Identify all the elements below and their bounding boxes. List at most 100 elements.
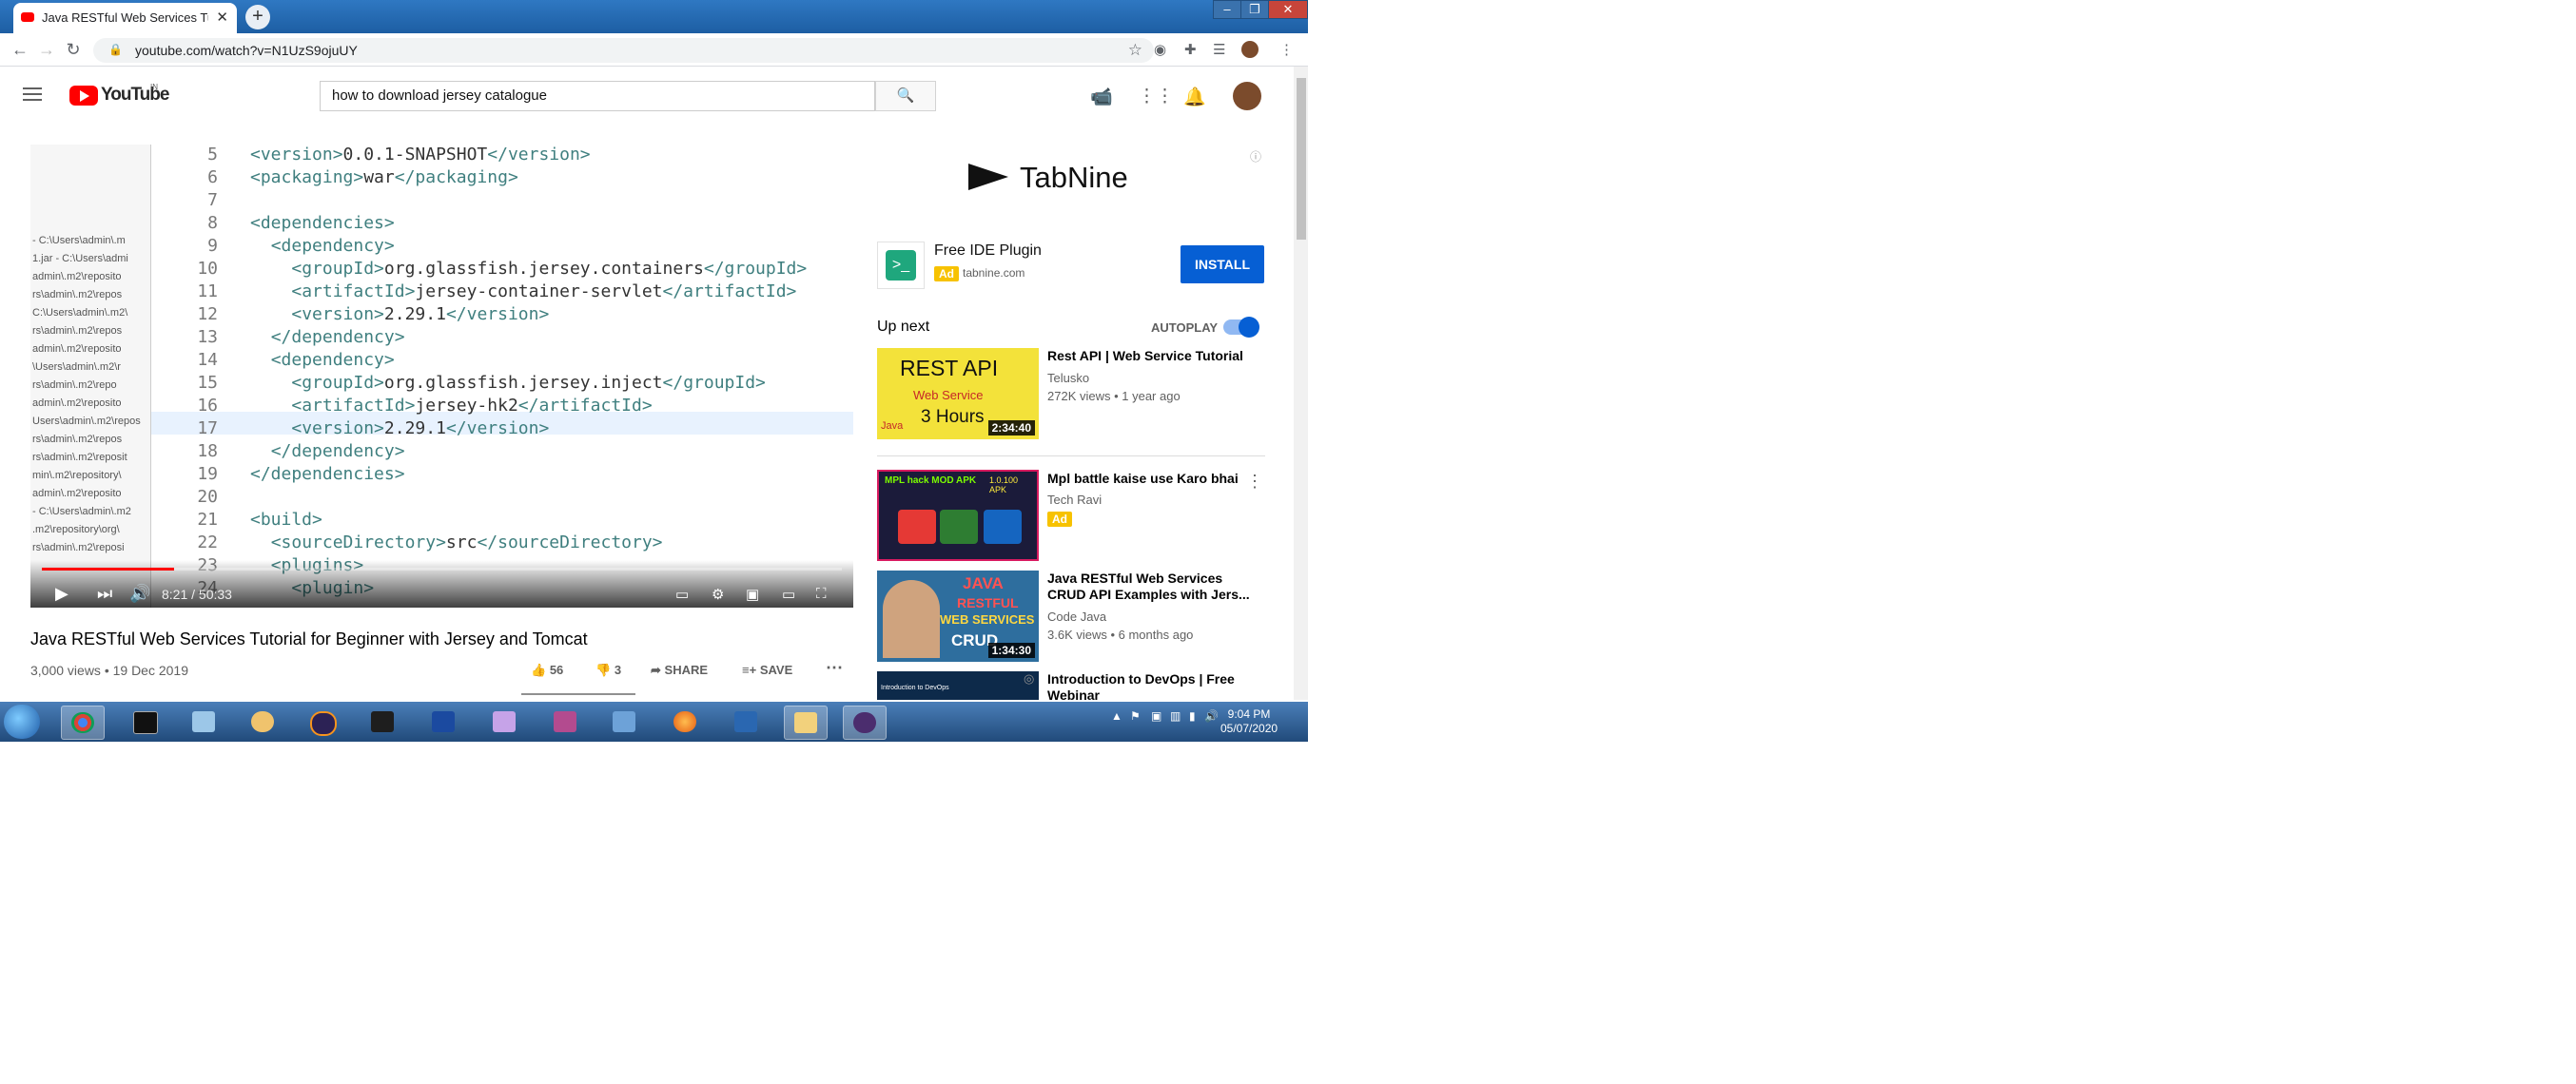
show-hidden-icons-icon[interactable]: ▲ bbox=[1111, 709, 1122, 723]
rec-title[interactable]: Rest API | Web Service Tutorial bbox=[1047, 348, 1264, 364]
ad-info-icon[interactable]: ⓘ bbox=[1250, 148, 1261, 165]
notifications-bell-icon[interactable]: 🔔 bbox=[1183, 86, 1206, 108]
network-icon[interactable]: ▮ bbox=[1189, 709, 1196, 723]
fullscreen-icon[interactable]: ⛶ bbox=[816, 586, 827, 602]
close-tab-icon[interactable]: ✕ bbox=[216, 9, 228, 26]
back-icon[interactable]: ← bbox=[10, 40, 30, 60]
thumbnail-rest-api[interactable]: REST API Web Service 3 Hours Java 2:34:4… bbox=[877, 348, 1039, 439]
share-button[interactable]: ➦ SHARE bbox=[651, 663, 708, 678]
apps-grid-icon[interactable]: ⋮⋮ bbox=[1138, 86, 1174, 107]
search-button[interactable]: 🔍 bbox=[875, 81, 936, 111]
maximize-button[interactable]: ❐ bbox=[1240, 0, 1269, 19]
divider bbox=[877, 455, 1265, 456]
rec-title[interactable]: Mpl battle kaise use Karo bhai bbox=[1047, 471, 1264, 487]
minimize-button[interactable]: – bbox=[1213, 0, 1241, 19]
extensions-puzzle-icon[interactable]: ✚ bbox=[1184, 41, 1197, 58]
taskbar-terminal[interactable] bbox=[361, 706, 403, 738]
more-options-icon[interactable]: ⋮ bbox=[1246, 472, 1263, 492]
settings-gear-icon[interactable]: ⚙ bbox=[712, 586, 724, 603]
profile-avatar[interactable] bbox=[1241, 41, 1259, 58]
ide-tree-item: admin\.m2\reposito bbox=[32, 488, 122, 499]
next-icon[interactable]: ⏭ bbox=[97, 584, 112, 604]
plugin-app-icon[interactable]: >_ bbox=[877, 242, 925, 289]
code-open-tag: <groupId> bbox=[291, 373, 384, 393]
taskbar-app2[interactable] bbox=[544, 706, 586, 738]
dislike-button[interactable]: 👎 3 bbox=[595, 663, 621, 678]
taskbar-devcpp[interactable] bbox=[422, 706, 464, 738]
thumbnail-text: Introduction to DevOps bbox=[881, 685, 949, 691]
volume-icon[interactable]: 🔊 bbox=[129, 584, 150, 604]
ide-tree-item: .m2\repository\org\ bbox=[32, 524, 120, 535]
address-bar[interactable]: 🔒 youtube.com/watch?v=N1UzS9ojuUY ☆ bbox=[93, 38, 1154, 63]
code-value: jersey-container-servlet bbox=[415, 281, 663, 301]
ad-domain: tabnine.com bbox=[963, 266, 1025, 280]
window-close-button[interactable]: ✕ bbox=[1268, 0, 1308, 19]
taskbar-firefox[interactable] bbox=[664, 706, 706, 738]
bookmark-star-icon[interactable]: ☆ bbox=[1128, 41, 1142, 60]
taskbar-clock[interactable]: 9:04 PM 05/07/2020 bbox=[1220, 707, 1278, 736]
chrome-menu-icon[interactable]: ⋮ bbox=[1279, 41, 1294, 58]
hamburger-menu-icon[interactable] bbox=[23, 87, 42, 105]
account-avatar[interactable] bbox=[1233, 82, 1261, 110]
extension-circle-icon[interactable]: ◉ bbox=[1154, 41, 1166, 58]
taskbar-powershell[interactable] bbox=[725, 706, 767, 738]
scrollbar-thumb[interactable] bbox=[1297, 78, 1306, 240]
subtitles-icon[interactable]: ▭ bbox=[675, 586, 689, 603]
more-actions-icon[interactable]: ⋯ bbox=[826, 658, 843, 678]
play-icon[interactable]: ▶ bbox=[55, 584, 68, 604]
url-text[interactable]: youtube.com/watch?v=N1UzS9ojuUY bbox=[135, 43, 358, 58]
taskbar-recorder[interactable] bbox=[843, 706, 887, 740]
rec-title[interactable]: Introduction to DevOps | Free Webinar bbox=[1047, 671, 1264, 704]
thumbnail-devops[interactable]: Introduction to DevOps bbox=[877, 671, 1039, 700]
ad-product[interactable]: Free IDE Plugin bbox=[934, 242, 1042, 260]
browser-tab[interactable]: Java RESTful Web Services Tutor ✕ bbox=[13, 3, 237, 33]
save-button[interactable]: ≡+ SAVE bbox=[742, 663, 792, 677]
search-icon: 🔍 bbox=[896, 87, 915, 104]
taskbar-explorer[interactable] bbox=[784, 706, 828, 740]
autoplay-toggle[interactable] bbox=[1223, 317, 1259, 338]
taskbar-cmd[interactable] bbox=[124, 706, 166, 738]
code-line: <groupId>org.glassfish.jersey.containers… bbox=[250, 259, 807, 279]
rec-title[interactable]: Java RESTful Web Services CRUD API Examp… bbox=[1047, 571, 1264, 603]
taskbar-app3[interactable] bbox=[603, 706, 645, 738]
create-video-icon[interactable]: 📹 bbox=[1090, 86, 1113, 108]
forward-icon[interactable]: → bbox=[36, 40, 57, 60]
video-player[interactable]: - C:\Users\admin\.m 1.jar - C:\Users\admi… bbox=[30, 145, 853, 608]
code-open-tag: <dependency> bbox=[270, 236, 395, 256]
youtube-logo-text[interactable]: YouTube bbox=[101, 85, 169, 106]
thumbnail-mpl[interactable]: MPL hack MOD APK 1.0.100 APK bbox=[877, 470, 1039, 561]
search-input[interactable]: how to download jersey catalogue bbox=[320, 81, 875, 111]
line-number: 18 bbox=[197, 441, 218, 461]
rec-meta: 3.6K views • 6 months ago bbox=[1047, 628, 1194, 642]
video-time: 8:21 / 50:33 bbox=[162, 587, 232, 602]
tabnine-ad-banner[interactable]: TabNine ⓘ bbox=[877, 145, 1265, 223]
speaker-icon[interactable]: 🔊 bbox=[1204, 709, 1219, 723]
code-line: <dependency> bbox=[250, 236, 395, 256]
tray-device-icon[interactable]: ▥ bbox=[1170, 709, 1181, 723]
search-value[interactable]: how to download jersey catalogue bbox=[332, 87, 547, 104]
thumbnail-java-crud[interactable]: JAVA RESTFUL WEB SERVICES CRUD 1:34:30 bbox=[877, 571, 1039, 662]
new-tab-button[interactable]: + bbox=[245, 5, 270, 29]
taskbar-paint[interactable] bbox=[242, 706, 283, 738]
tray-flag-icon[interactable]: ⚑ bbox=[1130, 709, 1141, 723]
taskbar-app[interactable] bbox=[483, 706, 525, 738]
theater-mode-icon[interactable]: ▭ bbox=[782, 586, 795, 603]
code-line: <version>0.0.1-SNAPSHOT</version> bbox=[250, 145, 591, 165]
taskbar-chrome[interactable] bbox=[61, 706, 105, 740]
start-button[interactable] bbox=[4, 705, 40, 739]
ide-tree-item: rs\admin\.m2\repos bbox=[32, 434, 123, 445]
rec-channel[interactable]: Code Java bbox=[1047, 610, 1106, 624]
miniplayer-icon[interactable]: ▣ bbox=[746, 586, 759, 603]
reload-icon[interactable]: ↻ bbox=[63, 40, 84, 60]
taskbar-notepad[interactable] bbox=[183, 706, 224, 738]
console-icon bbox=[371, 711, 394, 732]
rec-channel[interactable]: Telusko bbox=[1047, 371, 1089, 385]
live-icon: ◎ bbox=[1024, 671, 1035, 686]
install-button[interactable]: INSTALL bbox=[1181, 245, 1264, 283]
tray-app-icon[interactable]: ▣ bbox=[1151, 709, 1161, 723]
media-queue-icon[interactable]: ☰ bbox=[1213, 41, 1225, 58]
taskbar-eclipse[interactable] bbox=[301, 706, 342, 738]
like-button[interactable]: 👍 56 bbox=[531, 663, 563, 678]
rec-channel[interactable]: Tech Ravi bbox=[1047, 493, 1102, 507]
